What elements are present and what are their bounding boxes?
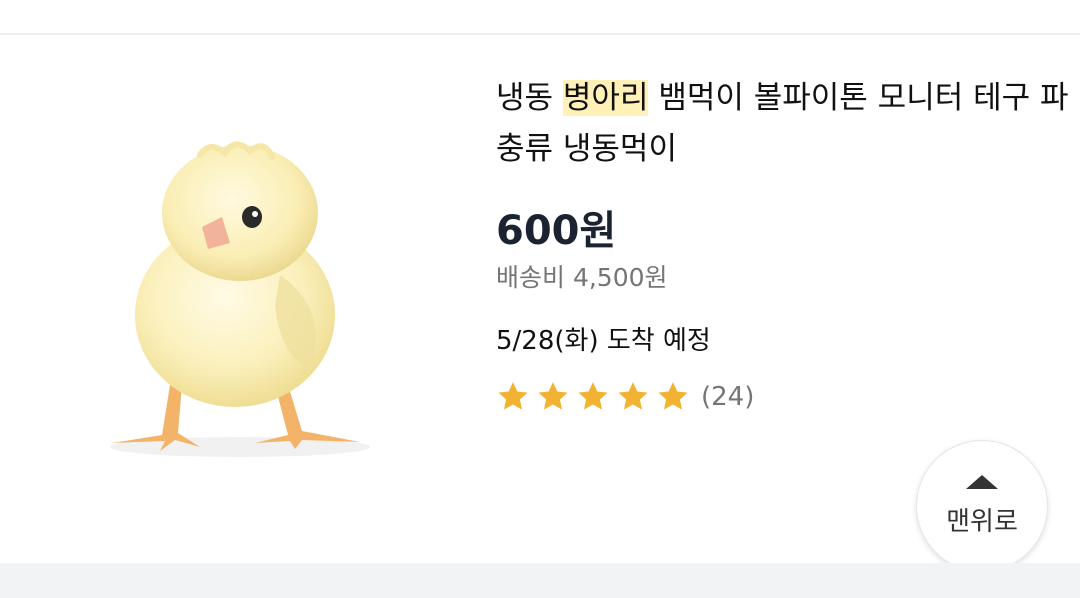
star-icon — [578, 382, 608, 410]
arrow-up-icon — [966, 474, 998, 489]
product-title[interactable]: 냉동 병아리 뱀먹이 볼파이톤 모니터 테구 파충류 냉동먹이 — [496, 73, 1076, 175]
star-icon — [658, 382, 688, 410]
star-rating: (24) — [496, 379, 754, 415]
back-to-top-label: 맨위로 — [946, 506, 1018, 537]
review-count: (24) — [701, 382, 755, 412]
product-image[interactable] — [90, 135, 390, 515]
title-highlight: 병아리 — [562, 80, 649, 116]
back-to-top-button[interactable]: 맨위로 — [916, 440, 1048, 572]
shipping-fee: 배송비 4,500원 — [496, 263, 668, 292]
bottom-background — [0, 563, 1080, 598]
star-icon — [498, 382, 528, 410]
star-icon — [618, 382, 648, 410]
title-prefix: 냉동 — [496, 80, 563, 116]
product-card[interactable]: 냉동 병아리 뱀먹이 볼파이톤 모니터 테구 파충류 냉동먹이 600원 배송비… — [0, 35, 1080, 572]
product-price: 600원 — [496, 208, 617, 254]
delivery-date: 5/28(화) 도착 예정 — [496, 326, 711, 356]
star-icon — [538, 382, 568, 410]
